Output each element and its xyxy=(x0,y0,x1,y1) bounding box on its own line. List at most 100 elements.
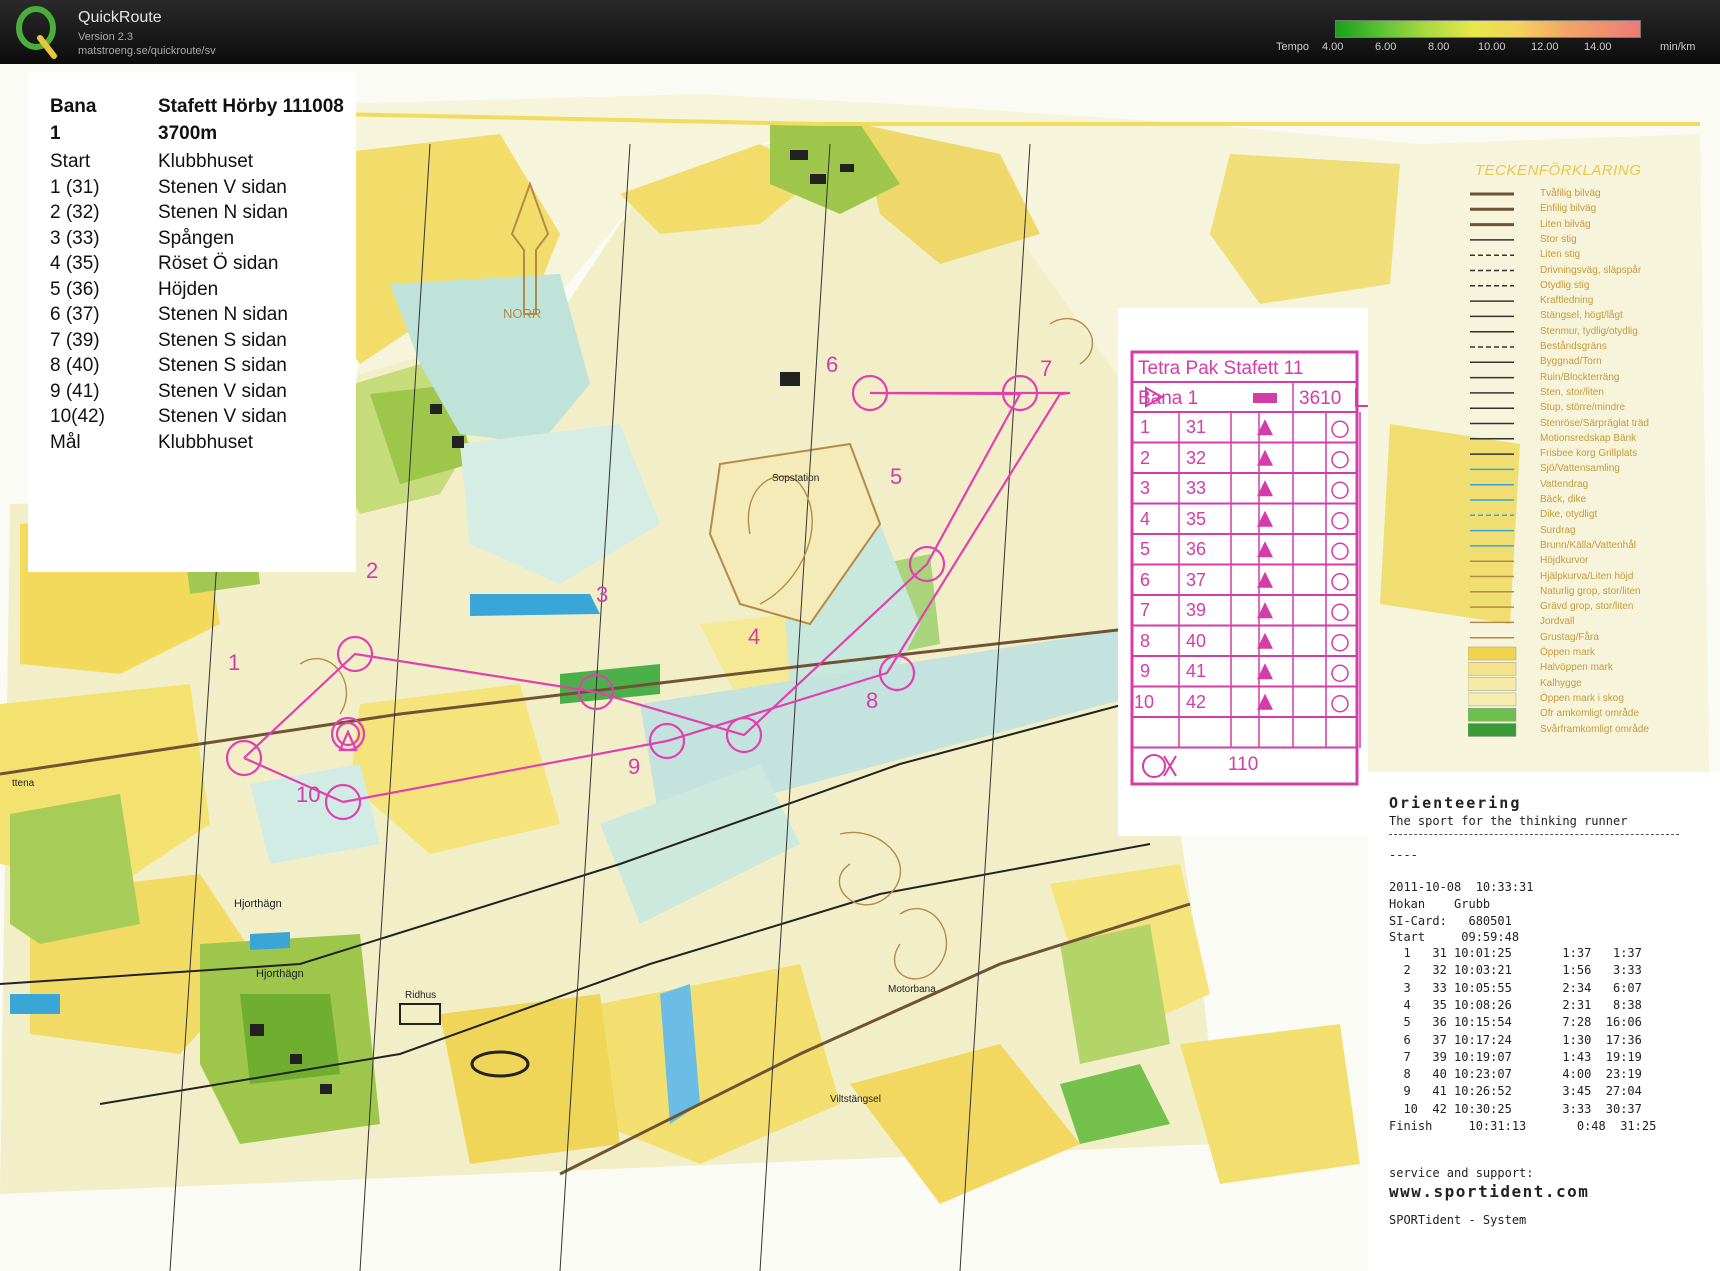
legend-item: Svårframkomligt område xyxy=(1540,723,1649,735)
tempo-tick: 8.00 xyxy=(1428,41,1450,53)
card-control-number: 7 xyxy=(1140,600,1151,620)
legend-item: Sjö/Vattensamling xyxy=(1540,463,1620,475)
legend-item: Stup, större/mindre xyxy=(1540,402,1626,414)
legend-item: Stenröse/Särpräglat träd xyxy=(1540,417,1649,429)
tempo-unit: min/km xyxy=(1660,41,1696,53)
control-number: 8 xyxy=(866,688,879,713)
map-label-ridhus: Ridhus xyxy=(405,990,437,1001)
legend-item: Motionsredskap Bänk xyxy=(1540,432,1637,444)
card-control-number: 8 xyxy=(1140,630,1151,651)
card-control-code: 33 xyxy=(1186,478,1207,498)
card-control-code: 36 xyxy=(1186,539,1207,559)
legend-item: Byggnad/Torn xyxy=(1540,356,1602,368)
app-header: QuickRoute Version 2.3 matstroeng.se/qui… xyxy=(0,0,1720,64)
control-number: 6 xyxy=(826,352,839,377)
receipt-split-row: 5 36 10:15:54 7:28 16:06 xyxy=(1389,1015,1642,1030)
legend-item: Naturlig grop, stor/liten xyxy=(1540,585,1641,597)
control-description-card: Tetra Pak Stafett 11 Bana 1 3610 1 31 2 32 3 33 4… xyxy=(1118,308,1368,836)
receipt-split-row: 7 39 10:19:07 1:43 19:19 xyxy=(1389,1049,1642,1064)
legend-item: Stor stig xyxy=(1540,233,1577,245)
card-finish-distance: 110 xyxy=(1228,754,1259,775)
receipt-system: SPORTident - System xyxy=(1389,1213,1527,1227)
legend-item: Frisbee korg Grillplats xyxy=(1540,448,1638,460)
card-control-code: 40 xyxy=(1186,630,1207,651)
receipt-service: service and support: xyxy=(1389,1166,1534,1180)
legend-item: Stängsel, högt/lågt xyxy=(1540,310,1623,322)
card-control-code: 35 xyxy=(1186,508,1207,529)
legend-item: Stenmur, tydlig/otydlig xyxy=(1540,325,1638,337)
control-number: 10 xyxy=(296,782,321,807)
card-length: 3610 xyxy=(1299,388,1342,409)
legend-item: Bäck, dike xyxy=(1540,494,1587,505)
card-control-code: 42 xyxy=(1186,691,1207,712)
legend-item: Öppen mark xyxy=(1540,647,1596,658)
control-number: 4 xyxy=(748,624,761,649)
card-title: Tetra Pak Stafett 11 xyxy=(1138,358,1304,379)
quickroute-logo-icon xyxy=(16,6,57,59)
map-label-hjorthagn: Hjorthägn xyxy=(256,968,304,980)
receipt-title: Orienteering xyxy=(1389,794,1522,812)
legend-item: Höjdkurvor xyxy=(1540,555,1589,567)
control-number: 3 xyxy=(596,582,609,607)
legend-item: Enfilig bilväg xyxy=(1540,203,1597,215)
app-version: Version 2.3 xyxy=(78,31,134,43)
app-url[interactable]: matstroeng.se/quickroute/sv xyxy=(78,45,216,57)
legend-item: Beståndsgräns xyxy=(1540,341,1607,352)
card-control-number: 10 xyxy=(1134,691,1155,712)
tempo-label: Tempo xyxy=(1276,41,1310,53)
control-number: 1 xyxy=(228,650,241,675)
receipt-name: Hokan Grubb xyxy=(1389,897,1491,911)
legend-item: Tvåfilig bilväg xyxy=(1540,188,1601,199)
control-number: 5 xyxy=(890,464,903,489)
receipt-split-row: 2 32 10:03:21 1:56 3:33 xyxy=(1389,963,1642,978)
north-label: NORR xyxy=(503,306,542,321)
card-control-code: 37 xyxy=(1186,569,1207,590)
receipt-si-card: SI-Card: 680501 xyxy=(1389,914,1512,928)
tempo-tick: 10.00 xyxy=(1478,41,1506,53)
map-label-ttena: ttena xyxy=(12,778,35,789)
receipt-start: Start 09:59:48 xyxy=(1389,930,1520,944)
card-control-code: 32 xyxy=(1186,447,1207,468)
legend-item: Otydlig stig xyxy=(1540,279,1590,291)
card-control-number: 3 xyxy=(1140,478,1151,498)
card-course: Bana 1 xyxy=(1138,388,1199,409)
legend-item: Liten bilväg xyxy=(1540,218,1591,230)
legend-item: Grävd grop, stor/liten xyxy=(1540,601,1634,613)
legend-item: Grustag/Fåra xyxy=(1540,631,1599,643)
legend-item: Ofr amkomligt område xyxy=(1540,708,1639,720)
legend-symbols xyxy=(1468,192,1517,737)
map-canvas[interactable]: NORR Sopstation Hjorthägn Hjorthägn Ridh… xyxy=(0,64,1720,1271)
course-description-list: Bana Stafett Hörby 111008 1 3700m Start Klu… xyxy=(28,72,356,572)
receipt-split-row: 10 42 10:30:25 3:33 30:37 xyxy=(1389,1101,1642,1116)
card-control-code: 41 xyxy=(1186,661,1207,681)
receipt-datetime: 2011-10-08 10:33:31 xyxy=(1389,880,1534,894)
legend-item: Dike, otydligt xyxy=(1540,509,1598,521)
control-number: 7 xyxy=(1040,356,1053,381)
receipt-website[interactable]: www.sportident.com xyxy=(1389,1182,1589,1201)
map-label-viltstangsel: Viltstängsel xyxy=(830,1094,881,1105)
card-control-number: 1 xyxy=(1140,417,1151,437)
app-title: QuickRoute xyxy=(78,9,162,26)
tempo-tick: 12.00 xyxy=(1531,41,1559,53)
receipt-split-row: 6 37 10:17:24 1:30 17:36 xyxy=(1389,1032,1642,1047)
receipt-split-row: 4 35 10:08:26 2:31 8:38 xyxy=(1389,997,1642,1012)
card-control-number: 6 xyxy=(1140,569,1151,590)
receipt-tagline: The sport for the thinking runner xyxy=(1389,814,1628,828)
map-label-sopstation: Sopstation xyxy=(772,473,820,484)
card-control-number: 4 xyxy=(1140,508,1151,529)
legend-item: Liten stig xyxy=(1540,249,1581,261)
legend-item: Drivningsväg, släpspår xyxy=(1540,264,1642,276)
card-control-number: 5 xyxy=(1140,539,1151,559)
receipt-split-row: 1 31 10:01:25 1:37 1:37 xyxy=(1389,946,1642,960)
receipt-split-row: 8 40 10:23:07 4:00 23:19 xyxy=(1389,1067,1642,1082)
legend-item: Sten, stor/liten xyxy=(1540,386,1604,398)
card-control-code: 39 xyxy=(1186,600,1207,620)
map-label-hjorthagn: Hjorthägn xyxy=(234,898,282,910)
receipt-dashes: ---- xyxy=(1389,848,1418,862)
card-control-code: 31 xyxy=(1186,417,1207,437)
si-receipt: Orienteering The sport for the thinking … xyxy=(1368,772,1720,1271)
legend-item: Hjälpkurva/Liten höjd xyxy=(1540,570,1634,582)
receipt-finish: Finish 10:31:13 0:48 31:25 xyxy=(1389,1119,1657,1133)
legend-item: Ruin/Blockterräng xyxy=(1540,371,1620,383)
receipt-split-row: 3 33 10:05:55 2:34 6:07 xyxy=(1389,980,1642,995)
